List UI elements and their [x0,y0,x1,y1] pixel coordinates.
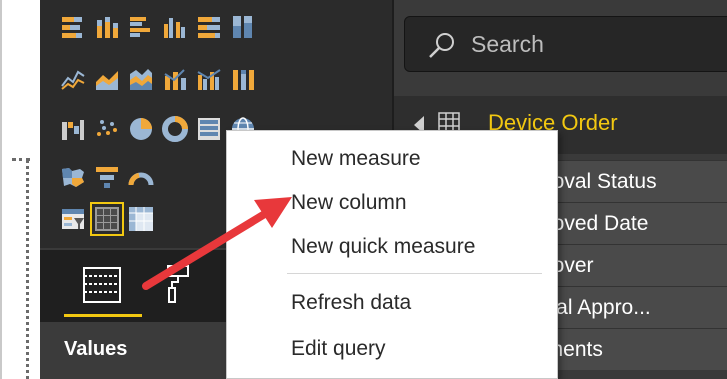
format-paint-roller-icon[interactable] [162,264,192,304]
100-percent-stacked-column-chart-icon[interactable] [230,14,256,40]
context-menu: New measure New column New quick measure… [226,130,558,379]
menu-item-new-quick-measure[interactable]: New quick measure [291,235,475,259]
stacked-area-chart-icon[interactable] [128,66,154,92]
line-chart-icon[interactable] [60,66,86,92]
donut-chart-icon[interactable] [162,116,188,142]
filled-map-icon[interactable] [60,164,86,190]
search-icon [427,31,457,61]
ribbon-chart-icon[interactable] [230,66,256,92]
slicer-icon[interactable] [60,206,86,232]
clustered-column-chart-icon[interactable] [162,14,188,40]
active-tab-indicator [64,314,142,317]
100-percent-stacked-bar-chart-icon[interactable] [196,14,222,40]
table-icon[interactable] [90,202,124,236]
pie-chart-icon[interactable] [128,116,154,142]
funnel-icon[interactable] [94,164,120,190]
stacked-column-chart-icon[interactable] [94,14,120,40]
search-placeholder: Search [471,31,544,57]
stacked-bar-chart-icon[interactable] [60,14,86,40]
treemap-icon[interactable] [196,116,222,142]
scatter-chart-icon[interactable] [94,116,120,142]
canvas-selection-border [26,160,29,379]
menu-item-new-measure[interactable]: New measure [291,147,421,171]
menu-item-refresh-data[interactable]: Refresh data [291,291,411,315]
menu-item-new-column[interactable]: New column [291,191,407,215]
waterfall-chart-icon[interactable] [60,116,86,142]
clustered-bar-chart-icon[interactable] [128,14,154,40]
gauge-icon[interactable] [128,164,154,190]
matrix-icon[interactable] [128,206,154,232]
values-label: Values [64,338,128,360]
menu-separator [287,273,542,274]
fields-tab[interactable] [64,262,142,320]
search-input[interactable]: Search [404,16,727,72]
line-and-stacked-column-chart-icon[interactable] [162,66,188,92]
area-chart-icon[interactable] [94,66,120,92]
menu-item-edit-query[interactable]: Edit query [291,337,386,361]
line-and-clustered-column-chart-icon[interactable] [196,66,222,92]
report-canvas-edge [0,0,40,379]
